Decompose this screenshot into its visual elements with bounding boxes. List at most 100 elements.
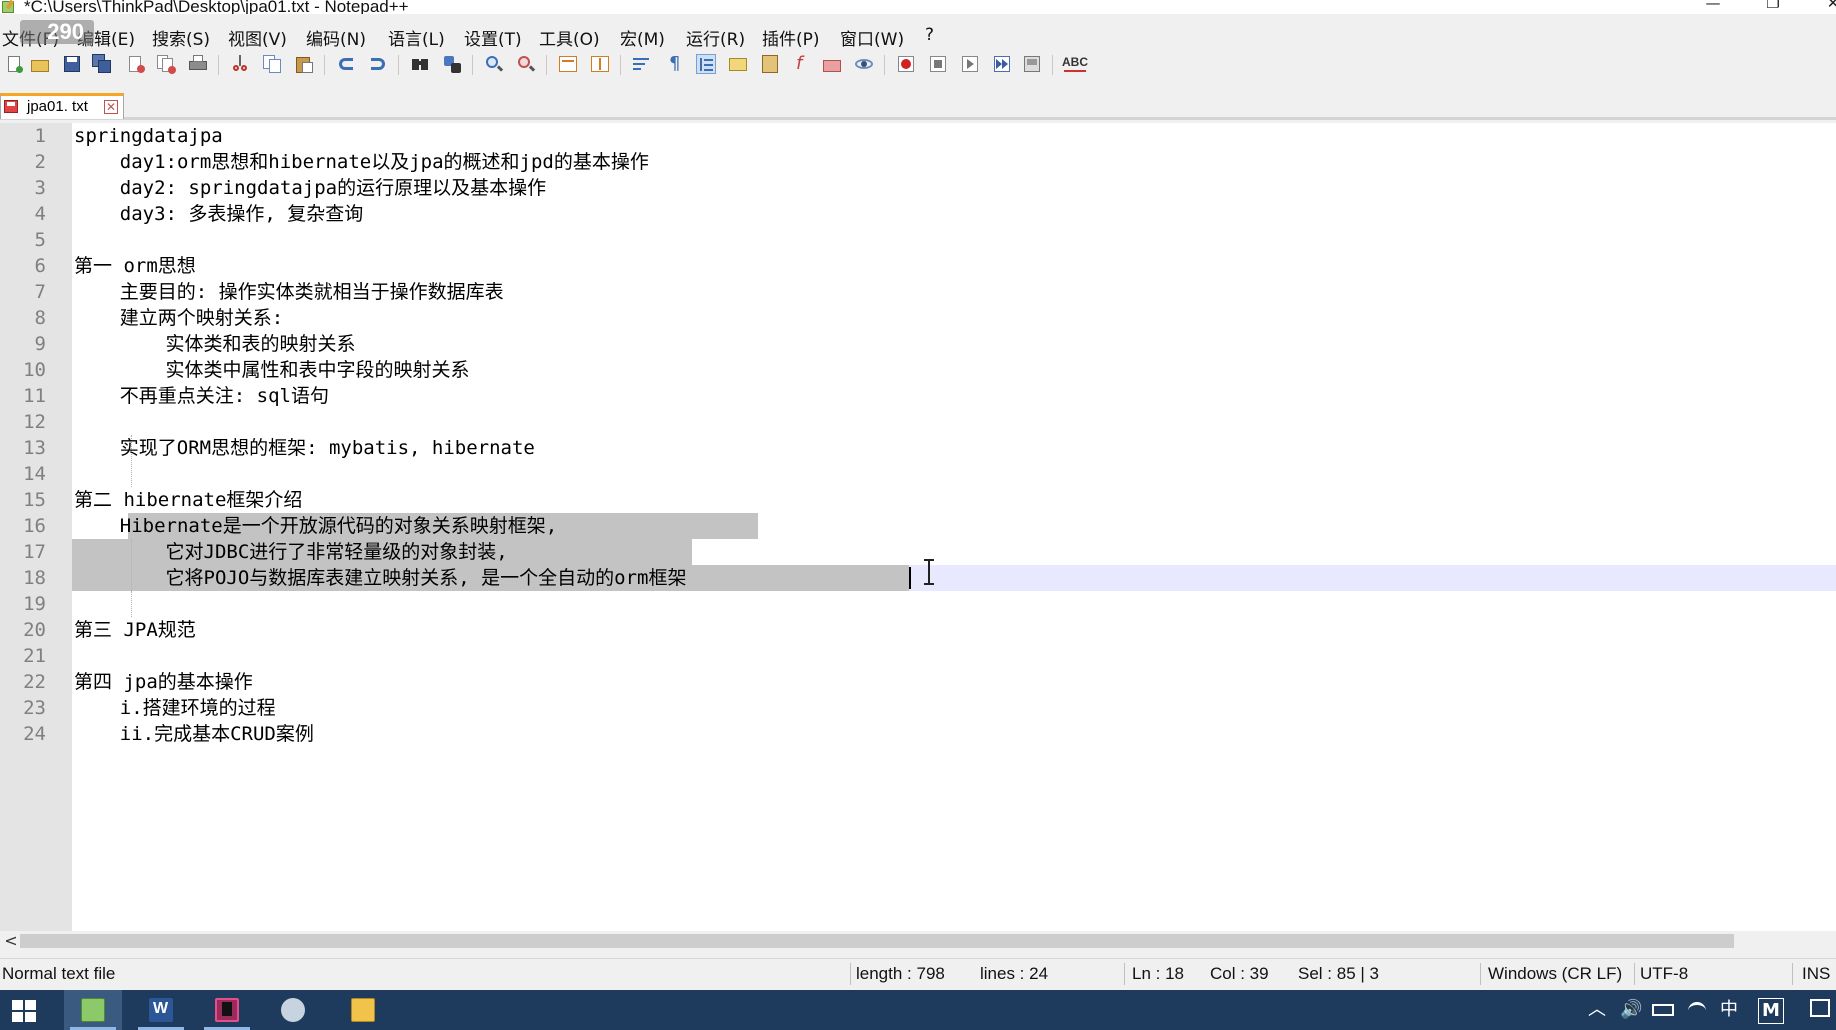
toolbar-separator (398, 55, 399, 75)
taskbar-intellij-idea-icon[interactable] (198, 990, 256, 1030)
window-title: *C:\Users\ThinkPad\Desktop\jpa01.txt - N… (24, 0, 409, 14)
toolbar-separator (546, 55, 547, 75)
menu-search[interactable]: 搜索(S) (152, 25, 210, 50)
code-line: 建立两个映射关系: (74, 307, 284, 329)
stop-macro-icon[interactable] (928, 54, 948, 74)
maximize-button[interactable]: ❐ (1750, 0, 1796, 14)
menu-language[interactable]: 语言(L) (388, 25, 445, 50)
notification-icon[interactable] (1810, 999, 1830, 1017)
print-icon[interactable] (188, 54, 208, 74)
open-file-icon[interactable] (30, 54, 50, 74)
code-line: 第二 hibernate框架介绍 (74, 489, 303, 511)
word-wrap-icon[interactable] (632, 54, 652, 74)
windows-start-icon[interactable] (12, 1000, 36, 1022)
function-list-icon[interactable]: f (792, 54, 812, 74)
line-number: 1 (34, 125, 46, 147)
line-number: 9 (34, 333, 46, 355)
toolbar-separator (1052, 55, 1053, 75)
code-line: Hibernate是一个开放源代码的对象关系映射框架, (74, 515, 558, 537)
code-line: 实体类中属性和表中字段的映射关系 (74, 359, 470, 381)
code-line: ii.完成基本CRUD案例 (74, 723, 314, 745)
run-macro-multiple-icon[interactable] (992, 54, 1012, 74)
menu-view[interactable]: 视图(V) (228, 25, 287, 50)
status-selection: Sel : 85 | 3 (1298, 964, 1379, 983)
status-lines: lines : 24 (980, 964, 1049, 983)
horizontal-scrollbar[interactable]: < (0, 931, 1836, 951)
save-all-icon[interactable] (92, 54, 112, 74)
status-eol: Windows (CR LF) (1488, 964, 1623, 983)
redo-icon[interactable] (368, 54, 388, 74)
menu-encoding[interactable]: 编码(N) (306, 25, 366, 50)
code-line: 第三 JPA规范 (74, 619, 196, 641)
tray-volume-icon[interactable]: 🔊 (1620, 998, 1642, 1022)
zoom-in-icon[interactable] (484, 54, 504, 74)
minimize-button[interactable]: — (1690, 0, 1736, 14)
code-line: 第一 orm思想 (74, 255, 196, 277)
paste-icon[interactable] (294, 54, 314, 74)
menu-tools[interactable]: 工具(O) (539, 25, 600, 50)
line-number: 15 (23, 489, 46, 511)
doc-map-icon[interactable] (760, 54, 780, 74)
tray-chevron-icon[interactable]: ︿ (1588, 998, 1606, 1022)
status-separator (1792, 963, 1793, 985)
udl-icon[interactable] (728, 54, 748, 74)
monitoring-icon[interactable] (854, 54, 874, 74)
menu-macro[interactable]: 宏(M) (620, 25, 665, 50)
close-icon[interactable] (126, 54, 146, 74)
line-number: 20 (23, 619, 46, 641)
tray-wifi-icon[interactable] (1688, 1002, 1706, 1018)
save-macro-icon[interactable] (1022, 54, 1042, 74)
cut-icon[interactable] (230, 54, 250, 74)
line-number: 7 (34, 281, 46, 303)
scroll-thumb[interactable] (20, 934, 1734, 948)
tab-jpa01-txt[interactable]: jpa01. txt ✕ (0, 93, 124, 119)
menu-settings[interactable]: 设置(T) (464, 25, 522, 50)
spell-check-icon[interactable]: ABC (1062, 54, 1090, 74)
undo-icon[interactable] (336, 54, 356, 74)
find-icon[interactable] (410, 54, 430, 74)
toolbar-separator (472, 55, 473, 75)
new-file-icon[interactable] (4, 54, 24, 74)
replace-icon[interactable] (442, 54, 462, 74)
close-all-icon[interactable] (156, 54, 176, 74)
menu-run[interactable]: 运行(R) (686, 25, 745, 50)
menu-window[interactable]: 窗口(W) (840, 25, 904, 50)
sync-vertical-icon[interactable] (558, 54, 578, 74)
tray-ime-mode-icon[interactable]: M (1758, 998, 1784, 1024)
scroll-left-icon[interactable]: < (2, 931, 20, 951)
menu-help[interactable]: ? (925, 25, 934, 45)
code-line: 它将POJO与数据库表建立映射关系, 是一个全自动的orm框架 (74, 567, 687, 589)
taskbar-word-icon[interactable]: W (132, 990, 190, 1030)
close-window-button[interactable]: ✕ (1810, 0, 1836, 14)
play-macro-icon[interactable] (960, 54, 980, 74)
line-number: 14 (23, 463, 46, 485)
indent-guide-icon[interactable] (696, 54, 716, 74)
code-line: 主要目的: 操作实体类就相当于操作数据库表 (74, 281, 504, 303)
tab-close-icon[interactable]: ✕ (104, 100, 118, 114)
sync-horizontal-icon[interactable] (590, 54, 610, 74)
editor[interactable]: 1 2 3 4 5 6 7 8 9 10 11 12 13 14 15 16 1… (0, 123, 1836, 931)
taskbar-feather-app-icon[interactable] (264, 990, 322, 1030)
unsaved-disk-icon (4, 100, 18, 113)
taskbar-file-explorer-icon[interactable] (334, 990, 392, 1030)
menu-plugins[interactable]: 插件(P) (762, 25, 820, 50)
tab-bar: jpa01. txt ✕ (0, 84, 1836, 120)
toolbar-separator (324, 55, 325, 75)
record-macro-icon[interactable] (896, 54, 916, 74)
show-all-chars-icon[interactable]: ¶ (664, 54, 684, 74)
toolbar-separator (218, 55, 219, 75)
zoom-out-icon[interactable] (516, 54, 536, 74)
status-separator (1634, 963, 1635, 985)
tray-ime-icon[interactable]: 中 (1720, 998, 1738, 1022)
copy-icon[interactable] (262, 54, 282, 74)
line-number: 8 (34, 307, 46, 329)
taskbar-notepad-plus-plus-icon[interactable] (64, 990, 122, 1030)
tray-battery-icon[interactable] (1652, 1004, 1674, 1016)
save-icon[interactable] (62, 54, 82, 74)
status-insert-mode: INS (1802, 964, 1831, 983)
folder-workspace-icon[interactable] (822, 54, 842, 74)
line-number: 2 (34, 151, 46, 173)
line-number: 23 (23, 697, 46, 719)
title-bar: *C:\Users\ThinkPad\Desktop\jpa01.txt - N… (0, 0, 1836, 14)
line-number: 12 (23, 411, 46, 433)
